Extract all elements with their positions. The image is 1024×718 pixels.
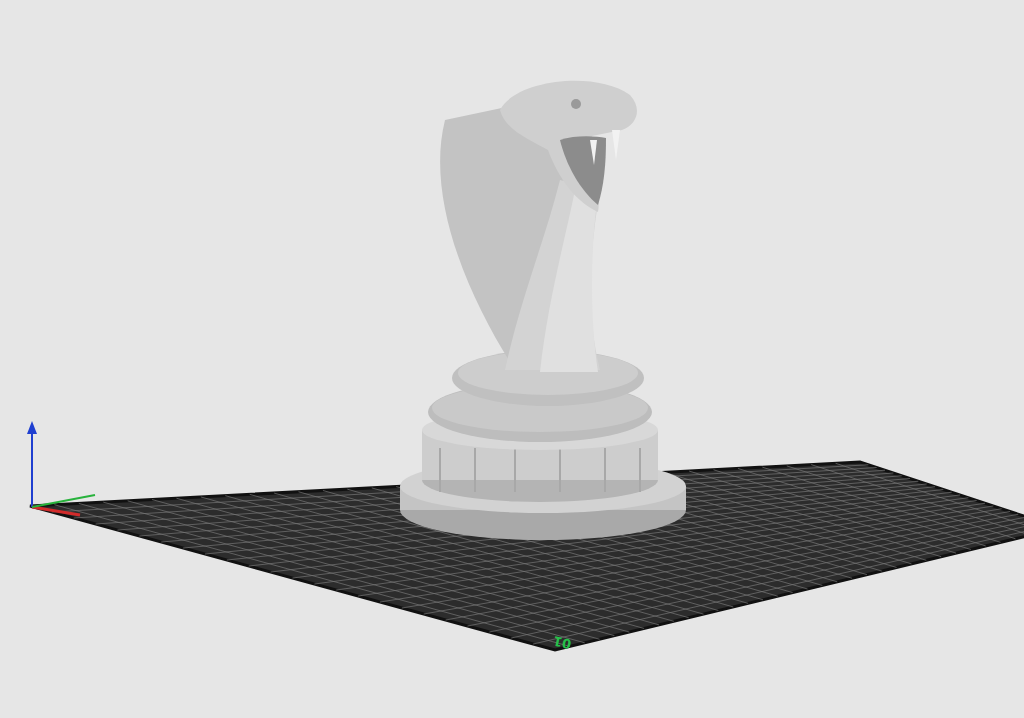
axis-icon xyxy=(27,421,95,515)
plate-label: 01 xyxy=(552,633,573,651)
cobra-model[interactable] xyxy=(400,81,686,540)
viewport[interactable]: 01 xyxy=(0,0,1024,718)
scene-canvas[interactable]: 01 xyxy=(0,0,1024,718)
